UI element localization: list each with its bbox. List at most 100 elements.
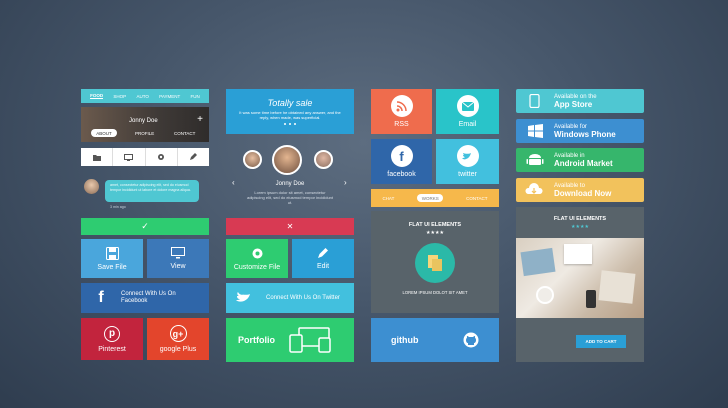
view-tile[interactable]: View <box>147 239 209 278</box>
windows-phone-button[interactable]: Available for Windows Phone <box>516 119 644 143</box>
windows-phone-big: Windows Phone <box>554 129 616 139</box>
tab-contact[interactable]: CONTACT <box>174 131 195 136</box>
save-file-label: Save File <box>97 263 127 271</box>
avatar-left[interactable] <box>243 150 262 169</box>
app-store-button[interactable]: Available on the App Store <box>516 89 644 113</box>
close-icon: ✕ <box>286 222 294 231</box>
pencil-icon <box>318 248 328 258</box>
confirm-button[interactable]: ✓ <box>81 218 209 235</box>
tab-profile[interactable]: PROFILE <box>135 131 154 136</box>
notes-icon <box>415 243 455 283</box>
github-icon <box>463 332 479 348</box>
email-icon <box>456 95 479 117</box>
pinterest-icon: p <box>104 325 120 342</box>
google-plus-icon: g+ <box>169 325 187 342</box>
chat-message: amet, consectetur adipiscing elit, sed d… <box>110 183 191 192</box>
view-label: View <box>170 263 186 270</box>
monitor-icon[interactable] <box>113 148 146 166</box>
portfolio-label: Portfolio <box>238 335 275 345</box>
monitor-icon <box>171 247 185 259</box>
twitter-tile[interactable]: twitter <box>436 139 499 184</box>
card-text: LOREM IPSUM DOLOT SIT AMET <box>402 290 468 295</box>
tab-contact[interactable]: CONTACT <box>466 196 487 201</box>
tab-bar: CHAT WORKS CONTACT <box>371 189 499 207</box>
rss-tile[interactable]: RSS <box>371 89 432 134</box>
pagination-dots[interactable] <box>284 123 296 125</box>
tab-about[interactable]: ABOUT <box>91 129 117 137</box>
avatar <box>84 179 99 194</box>
check-icon: ✓ <box>141 221 149 231</box>
tab-works[interactable]: WORKS <box>417 194 444 202</box>
profile-text: Lorem ipsum dolor sit amet, consectetur … <box>246 190 334 205</box>
add-to-cart-label: ADD TO CART <box>585 339 617 344</box>
twitter-label: twitter <box>458 171 477 178</box>
nav-item-shop[interactable]: SHOP <box>113 94 126 99</box>
download-now-big: Download Now <box>554 188 612 198</box>
devices-icon <box>289 327 331 353</box>
portfolio-tile[interactable]: Portfolio <box>226 318 354 362</box>
icon-toolbar <box>81 148 209 166</box>
chat-time: 3 min ago <box>110 205 126 209</box>
sale-text: It was some time before he obtained any … <box>239 110 341 120</box>
google-plus-tile[interactable]: g+ google Plus <box>147 318 209 360</box>
github-button[interactable]: github <box>371 318 499 362</box>
nav-item-food[interactable]: FOOD <box>90 93 104 99</box>
card-title: FLAT UI ELEMENTS <box>408 222 462 228</box>
twitter-connect-label: Connect With Us On Twitter <box>266 294 340 301</box>
edit-tile[interactable]: Edit <box>292 239 354 278</box>
edit-label: Edit <box>316 263 330 270</box>
profile-banner: Jonny Doe + ABOUT PROFILE CONTACT <box>81 107 209 142</box>
email-tile[interactable]: Email <box>436 89 499 134</box>
rss-label: RSS <box>394 121 409 128</box>
chat-bubble: amet, consectetur adipiscing elit, sed d… <box>105 180 199 202</box>
card-title: FLAT UI ELEMENTS <box>553 216 607 222</box>
pinterest-label: Pinterest <box>98 345 126 353</box>
avatar-main[interactable] <box>272 145 302 175</box>
add-icon[interactable]: + <box>197 114 203 125</box>
pencil-icon[interactable] <box>178 148 209 166</box>
top-nav: FOOD SHOP AUTO PAYMENT FUN <box>81 89 209 103</box>
twitter-icon <box>456 145 479 167</box>
facebook-tile[interactable]: f facebook <box>371 139 432 184</box>
flat-ui-card: FLAT UI ELEMENTS ★★★★ LOREM IPSUM DOLOT … <box>371 211 499 313</box>
twitter-connect-button[interactable]: Connect With Us On Twitter <box>226 283 354 313</box>
facebook-label: facebook <box>387 171 416 178</box>
cloud-download-icon <box>525 183 543 194</box>
customize-file-tile[interactable]: Customize File <box>226 239 288 278</box>
customize-file-label: Customize File <box>233 263 281 271</box>
email-label: Email <box>458 121 477 128</box>
facebook-connect-button[interactable]: f Connect With Us On Facebook <box>81 283 209 313</box>
facebook-icon: f <box>390 145 413 167</box>
card-stars: ★★★★ <box>571 224 589 230</box>
nav-item-payment[interactable]: PAYMENT <box>159 94 180 99</box>
save-file-tile[interactable]: Save File <box>81 239 143 278</box>
android-icon <box>526 154 544 165</box>
facebook-connect-label: Connect With Us On Facebook <box>121 291 176 304</box>
google-plus-label: google Plus <box>159 346 197 353</box>
folder-icon[interactable] <box>81 148 114 166</box>
nav-item-auto[interactable]: AUTO <box>136 94 148 99</box>
app-store-big: App Store <box>554 99 593 109</box>
android-market-button[interactable]: Available in Android Market <box>516 148 644 172</box>
close-button[interactable]: ✕ <box>226 218 354 235</box>
rss-icon <box>390 95 413 117</box>
pinterest-tile[interactable]: p Pinterest <box>81 318 143 360</box>
sale-title: Totally sale <box>267 98 313 108</box>
avatar-right[interactable] <box>314 150 333 169</box>
github-label: github <box>391 335 419 345</box>
profile-name: Jonny Doe <box>275 181 305 187</box>
card-stars: ★★★★ <box>426 230 444 236</box>
download-now-button[interactable]: Available to Download Now <box>516 178 644 202</box>
android-market-big: Android Market <box>554 158 613 168</box>
tab-chat[interactable]: CHAT <box>382 196 394 201</box>
profile-name: Jonny Doe <box>129 118 158 124</box>
phone-icon <box>529 94 540 108</box>
twitter-icon <box>236 292 250 302</box>
nav-item-fun[interactable]: FUN <box>191 94 200 99</box>
gear-icon[interactable] <box>146 148 178 166</box>
save-icon <box>105 246 119 260</box>
facebook-icon: f <box>98 289 104 306</box>
sale-banner: Totally sale It was some time before he … <box>226 89 354 134</box>
add-to-cart-button[interactable]: ADD TO CART <box>576 335 626 348</box>
gear-icon <box>252 248 262 258</box>
